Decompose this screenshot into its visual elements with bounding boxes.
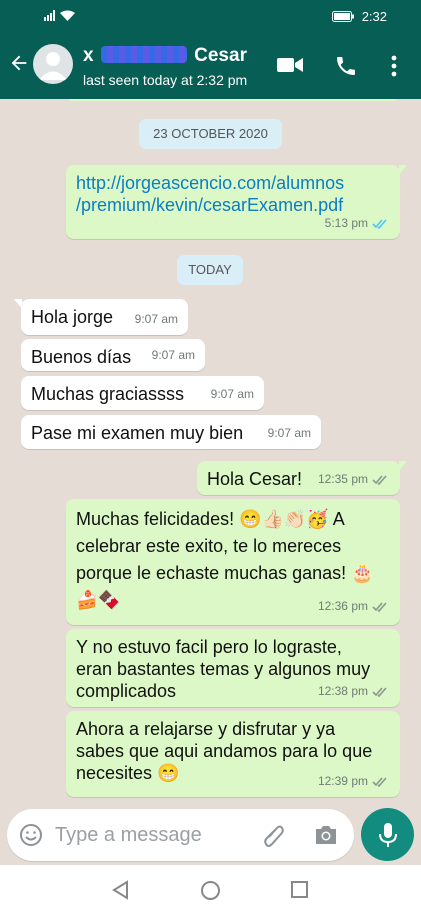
bubble-tail	[14, 299, 22, 309]
message-line: Y no estuvo facil pero lo lograste,	[76, 637, 342, 657]
message-time: 12:35 pm	[317, 472, 368, 486]
name-redaction	[100, 46, 187, 63]
delivered-ticks-icon	[372, 474, 387, 485]
last-seen: last seen today at 2:32 pm	[83, 72, 248, 88]
nav-home-icon[interactable]	[200, 880, 221, 901]
message-outgoing-link[interactable]: http://jorgeascencio.com/alumnos /premiu…	[66, 165, 407, 239]
message-link-line-2[interactable]: /premium/kevin/cesarExamen.pdf	[76, 195, 343, 215]
message-text: Buenos días	[31, 347, 132, 367]
battery-icon	[331, 11, 354, 22]
message-time: 9:07 am	[210, 387, 254, 401]
date-separator-today: TODAY	[177, 255, 243, 285]
message-text: Pase mi examen muy bien	[31, 423, 244, 443]
emoji-icon[interactable]	[19, 823, 43, 847]
wifi-icon	[60, 10, 75, 21]
message-incoming[interactable]: Pase mi examen muy bien 9:07 am	[21, 415, 321, 449]
previous-bubble-edge	[66, 99, 400, 101]
chat-area[interactable]: 23 OCTOBER 2020 http://jorgeascencio.com…	[0, 99, 421, 807]
camera-icon[interactable]	[314, 824, 338, 845]
message-text: Muchas graciassss	[31, 384, 185, 404]
read-ticks-icon	[372, 218, 387, 229]
message-line: eran bastantes temas y algunos muy	[76, 659, 371, 679]
date-separator: 23 OCTOBER 2020	[139, 119, 282, 149]
message-time: 12:39 pm	[317, 774, 368, 788]
default-avatar-icon	[39, 52, 67, 80]
signal-icon	[44, 10, 55, 21]
more-options-icon[interactable]	[391, 55, 397, 77]
attach-icon[interactable]	[263, 822, 285, 848]
message-time: 9:07 am	[134, 312, 178, 326]
contact-name-suffix: Cesar	[194, 45, 247, 66]
nav-back-icon[interactable]	[111, 880, 129, 900]
message-line: celebrar este exito, te lo mereces	[76, 536, 342, 556]
delivered-ticks-icon	[372, 602, 387, 612]
message-time: 12:36 pm	[317, 599, 368, 613]
bubble-tail	[399, 461, 407, 471]
chat-header: x Cesar last seen today at 2:32 pm	[0, 34, 421, 99]
message-meta: 12:35 pm	[318, 468, 390, 490]
message-outgoing[interactable]: Hola Cesar! 12:35 pm	[197, 461, 407, 495]
message-time: 9:07 am	[267, 426, 311, 440]
message-meta: 5:13 pm	[325, 212, 390, 234]
bubble-tail	[399, 165, 407, 175]
voice-message-button[interactable]	[361, 808, 414, 861]
status-left	[44, 10, 75, 21]
microphone-icon	[378, 822, 397, 847]
message-meta: 12:38 pm	[318, 680, 390, 702]
message-outgoing[interactable]: Y no estuvo facil pero lo lograste, eran…	[66, 629, 400, 707]
message-line: porque le echaste muchas ganas! 🎂	[76, 563, 374, 583]
message-line: Muchas felicidades! 😁👍🏻👏🏻🥳 A	[76, 509, 345, 529]
voice-call-icon[interactable]	[334, 54, 358, 78]
message-line: complicados	[76, 681, 177, 701]
message-outgoing[interactable]: Muchas felicidades! 😁👍🏻👏🏻🥳 A celebrar es…	[66, 499, 400, 625]
message-link-line-1[interactable]: http://jorgeascencio.com/alumnos	[76, 173, 344, 193]
delivered-ticks-icon	[372, 686, 387, 697]
message-meta: 12:36 pm	[318, 593, 390, 620]
status-time: 2:32	[361, 9, 387, 24]
message-input[interactable]	[55, 821, 245, 849]
message-text: Hola jorge	[31, 307, 114, 327]
message-incoming[interactable]: Muchas graciassss 9:07 am	[21, 376, 264, 410]
contact-name-prefix: x	[83, 45, 94, 66]
contact-avatar[interactable]	[33, 44, 73, 84]
message-text: Hola Cesar!	[207, 469, 303, 489]
message-outgoing[interactable]: Ahora a relajarse y disfrutar y ya sabes…	[66, 711, 400, 797]
status-bar: 2:32	[0, 0, 421, 34]
message-time: 9:07 am	[151, 348, 195, 362]
delivered-ticks-icon	[372, 776, 387, 787]
back-arrow-icon[interactable]	[8, 52, 30, 74]
message-incoming[interactable]: Hola jorge 9:07 am	[14, 299, 188, 335]
message-line: necesites 😁	[76, 763, 180, 783]
message-line: Ahora a relajarse y disfrutar y ya	[76, 719, 336, 739]
message-time: 5:13 pm	[324, 216, 368, 230]
message-line: 🍰🍫	[76, 590, 121, 610]
contact-name[interactable]: x Cesar	[83, 45, 247, 67]
message-incoming[interactable]: Buenos días 9:07 am	[21, 339, 205, 371]
message-meta: 12:39 pm	[318, 770, 390, 792]
message-composer	[7, 809, 354, 861]
system-nav-bar	[0, 865, 421, 913]
message-line: sabes que aqui andamos para lo que	[76, 741, 373, 761]
status-right: 2:32	[331, 9, 387, 24]
nav-recents-icon[interactable]	[290, 880, 309, 899]
video-call-icon[interactable]	[277, 56, 303, 74]
message-time: 12:38 pm	[317, 684, 368, 698]
